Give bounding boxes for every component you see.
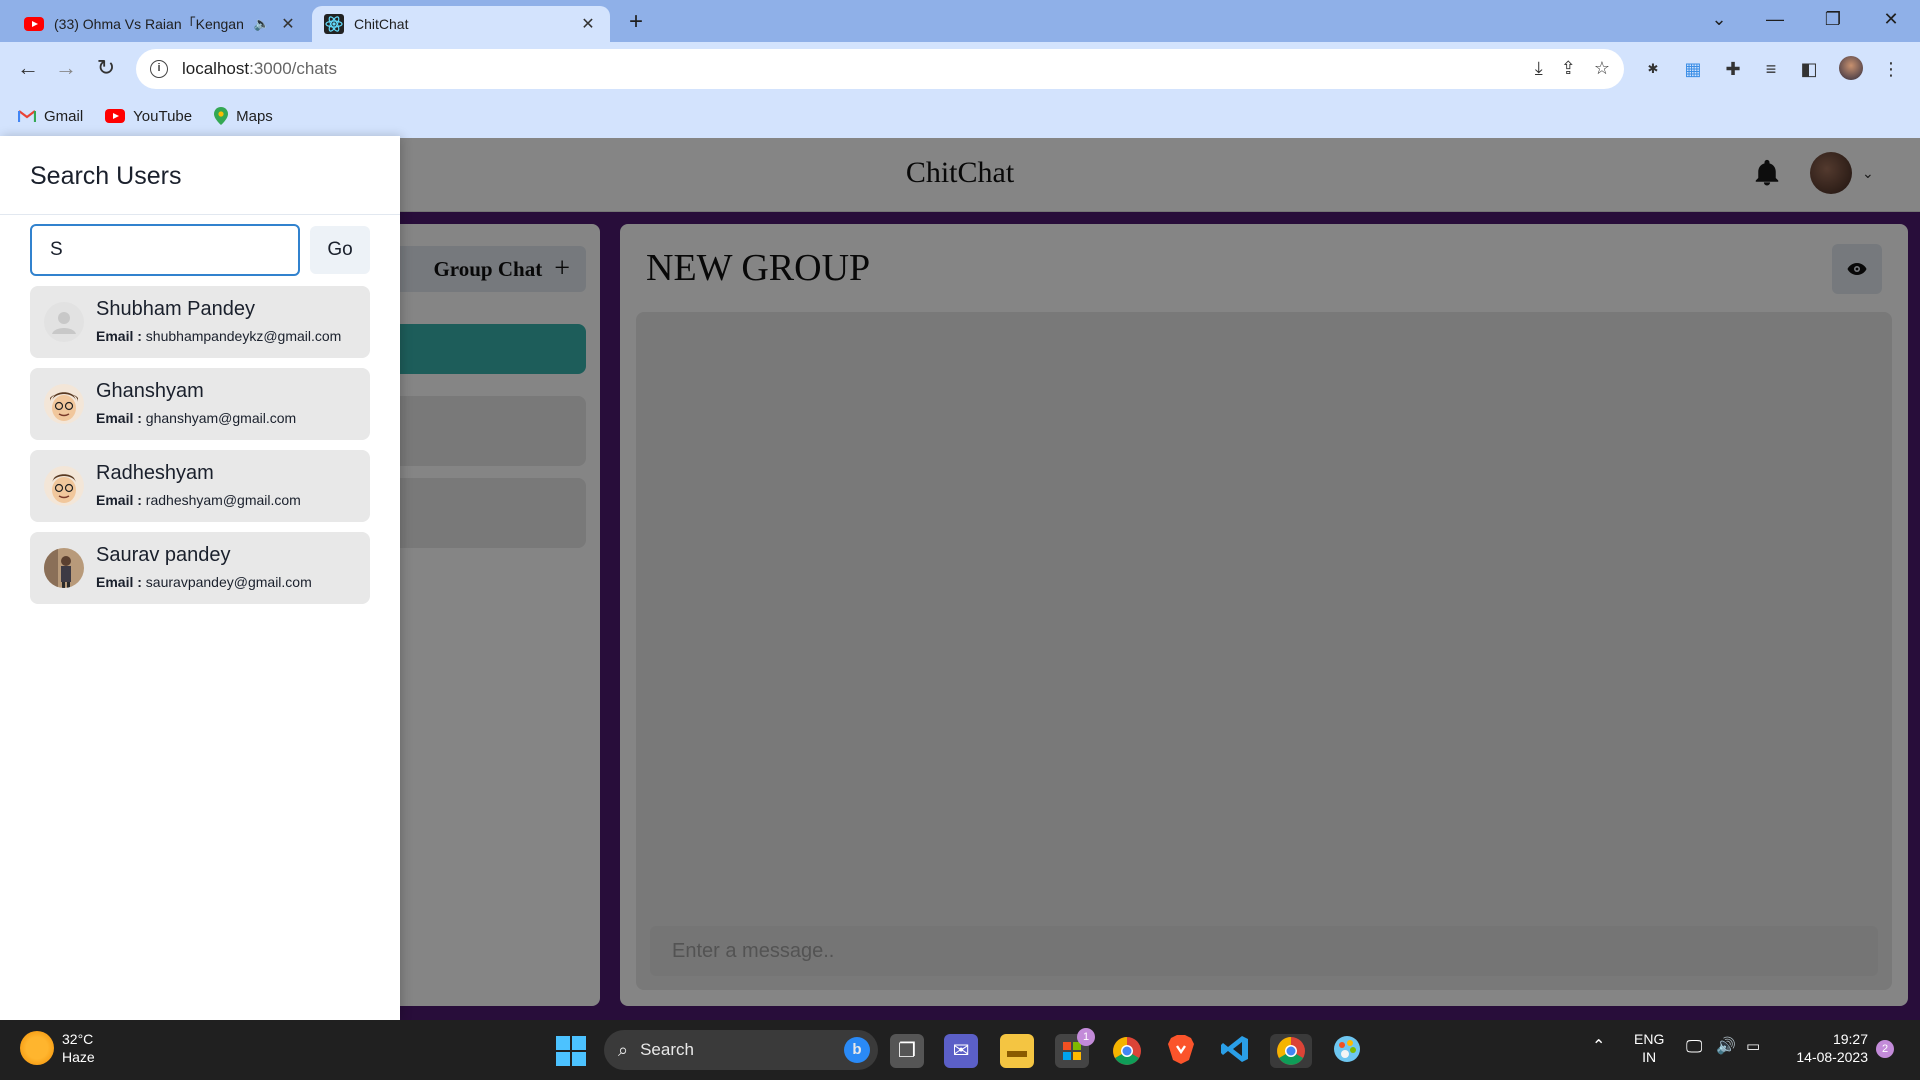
search-icon: ⌕ (618, 1039, 629, 1060)
back-icon[interactable]: ← (10, 50, 46, 86)
search-label: Search (640, 1040, 694, 1059)
new-tab-button[interactable]: + (620, 8, 652, 38)
clock[interactable]: 19:27 14-08-2023 (1784, 1030, 1868, 1066)
puzzle-extensions-icon[interactable]: ✚ (1720, 56, 1746, 82)
react-icon (324, 14, 344, 34)
youtube-icon (24, 14, 44, 34)
weather-temperature: 32°C (62, 1031, 94, 1047)
side-panel-icon[interactable]: ◧ (1796, 56, 1822, 82)
address-bar[interactable]: i localhost:3000/chats ⤓ ⇪ ☆ (136, 49, 1624, 89)
tab-title: (33) Ohma Vs Raian「Kengan (54, 16, 244, 32)
photo-avatar-icon (44, 548, 84, 588)
browser-menu-icon[interactable]: ⋮ (1878, 56, 1904, 82)
user-email: Email : radheshyam@gmail.com (96, 492, 301, 508)
chrome-icon[interactable] (1110, 1034, 1144, 1068)
browser-toolbar: ← → ↻ i localhost:3000/chats ⤓ ⇪ ☆ ✱ ▦ ✚… (0, 42, 1920, 138)
install-app-icon[interactable]: ⤓ (1535, 58, 1543, 79)
bookmark-star-icon[interactable]: ☆ (1594, 58, 1610, 79)
weather-description: Haze (62, 1049, 95, 1065)
bookmark-youtube[interactable]: YouTube (105, 108, 192, 125)
maps-pin-icon (214, 107, 229, 125)
hazy-sun-icon (20, 1031, 54, 1065)
cartoon-avatar-icon (44, 466, 84, 506)
url-host: localhost (182, 59, 250, 78)
notification-count-badge[interactable]: 2 (1876, 1040, 1894, 1058)
extension-icon[interactable]: ✱ (1640, 56, 1666, 82)
user-result-item[interactable]: Shubham Pandey Email : shubhampandeykz@g… (30, 286, 370, 358)
user-result-item[interactable]: Radheshyam Email : radheshyam@gmail.com (30, 450, 370, 522)
minimize-icon[interactable]: — (1752, 0, 1798, 40)
close-window-icon[interactable]: ✕ (1868, 0, 1914, 40)
close-tab-icon[interactable]: ✕ (578, 14, 598, 34)
reload-icon[interactable]: ↻ (88, 50, 124, 86)
bookmark-gmail[interactable]: Gmail (18, 108, 83, 125)
profile-avatar-icon[interactable] (1838, 56, 1864, 82)
file-explorer-icon[interactable]: ▬ (1000, 1034, 1034, 1068)
youtube-icon (105, 109, 126, 123)
forward-icon[interactable]: → (48, 50, 84, 86)
bookmarks-bar: Gmail YouTube Maps (0, 98, 273, 134)
vscode-icon[interactable] (1218, 1034, 1252, 1068)
close-tab-icon[interactable]: ✕ (278, 14, 298, 34)
url-path: :3000/chats (249, 59, 338, 78)
default-avatar-icon (44, 302, 84, 342)
windows-taskbar: 32°C Haze ⌕ Search b ❐ ✉ ▬ 1 ⌃ ENG IN 🖵 … (0, 1020, 1920, 1080)
speaker-muted-icon[interactable]: 🔈 (254, 16, 270, 32)
user-result-item[interactable]: Saurav pandey Email : sauravpandey@gmail… (30, 532, 370, 604)
clock-time: 19:27 (1832, 1031, 1868, 1047)
user-name: Ghanshyam (96, 380, 204, 402)
store-badge: 1 (1077, 1028, 1095, 1046)
user-name: Shubham Pandey (96, 298, 256, 320)
battery-icon[interactable]: ▭ (1746, 1038, 1760, 1056)
volume-icon[interactable]: 🔊 (1716, 1038, 1736, 1056)
user-email: Email : sauravpandey@gmail.com (96, 574, 312, 590)
user-result-item[interactable]: Ghanshyam Email : ghanshyam@gmail.com (30, 368, 370, 440)
extension-grid-icon[interactable]: ▦ (1680, 56, 1706, 82)
show-hidden-icons-chevron[interactable]: ⌃ (1592, 1038, 1605, 1056)
share-icon[interactable]: ⇪ (1561, 58, 1576, 79)
task-view-icon[interactable]: ❐ (890, 1034, 924, 1068)
user-email: Email : ghanshyam@gmail.com (96, 410, 297, 426)
browser-tab-strip: (33) Ohma Vs Raian「Kengan 🔈 ✕ ChitChat ✕… (0, 0, 1920, 42)
drawer-title: Search Users (30, 162, 182, 190)
restore-icon[interactable]: ❐ (1810, 0, 1856, 40)
tab-youtube[interactable]: (33) Ohma Vs Raian「Kengan 🔈 ✕ (12, 6, 310, 42)
tab-search-chevron-icon[interactable]: ⌄ (1696, 0, 1742, 40)
user-name: Saurav pandey (96, 544, 231, 566)
gmail-icon (18, 110, 36, 122)
taskbar-search[interactable]: ⌕ Search b (604, 1030, 878, 1070)
bing-icon: b (844, 1037, 870, 1063)
microsoft-store-icon[interactable]: 1 (1055, 1028, 1095, 1068)
user-name: Radheshyam (96, 462, 214, 484)
weather-widget[interactable]: 32°C Haze (20, 1030, 95, 1066)
teams-chat-icon[interactable]: ✉ (944, 1034, 978, 1068)
go-button[interactable]: Go (310, 226, 370, 274)
search-input[interactable]: S (30, 224, 300, 276)
paint-app-icon[interactable] (1330, 1034, 1364, 1068)
cartoon-avatar-icon (44, 384, 84, 424)
bookmark-label: Gmail (44, 107, 84, 125)
windows-start-icon[interactable] (556, 1036, 586, 1066)
brave-icon[interactable] (1164, 1034, 1198, 1068)
bookmark-label: Maps (236, 107, 273, 125)
chrome-active-icon[interactable] (1270, 1034, 1312, 1068)
language-indicator[interactable]: ENG IN (1634, 1030, 1664, 1066)
search-users-drawer: Search Users S Go Shubham Pandey Email :… (0, 136, 400, 1020)
tab-title: ChitChat (354, 16, 409, 32)
bookmark-maps[interactable]: Maps (214, 107, 273, 125)
site-info-icon[interactable]: i (150, 60, 168, 78)
network-icon[interactable]: 🖵 (1686, 1038, 1702, 1056)
tab-chitchat[interactable]: ChitChat ✕ (312, 6, 610, 42)
divider (0, 214, 400, 215)
bookmark-label: YouTube (133, 107, 193, 125)
media-queue-icon[interactable]: ≡ (1758, 56, 1784, 82)
user-email: Email : shubhampandeykz@gmail.com (96, 328, 342, 344)
clock-date: 14-08-2023 (1796, 1049, 1868, 1065)
